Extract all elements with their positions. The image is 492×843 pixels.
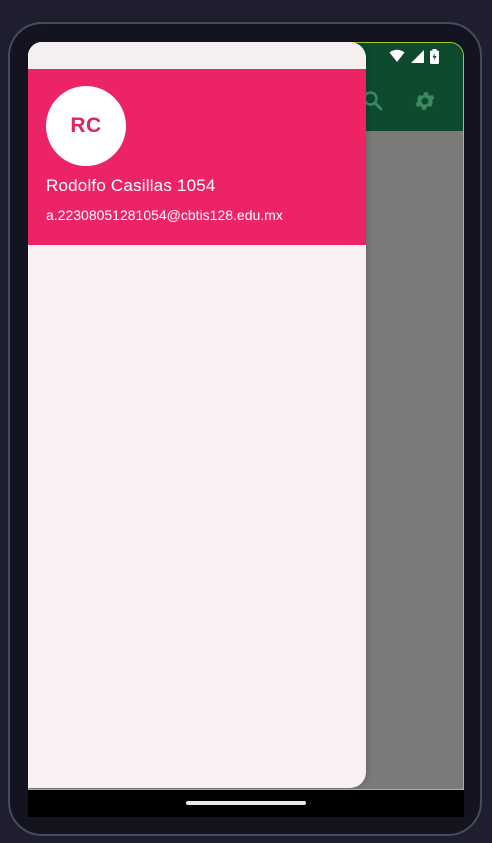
- navigation-drawer: RC Rodolfo Casillas 1054 a.2230805128105…: [28, 42, 366, 788]
- wifi-icon: [389, 49, 405, 62]
- battery-icon: [430, 48, 439, 64]
- avatar[interactable]: RC: [46, 86, 126, 166]
- gear-icon[interactable]: [413, 89, 437, 113]
- user-name: Rodolfo Casillas 1054: [46, 176, 216, 195]
- home-indicator[interactable]: [186, 801, 306, 805]
- avatar-initials: RC: [70, 114, 102, 137]
- signal-icon: [411, 49, 424, 63]
- status-icons: [389, 47, 439, 65]
- user-email: a.22308051281054@cbtis128.edu.mx: [46, 207, 283, 223]
- system-navigation-bar: [28, 790, 464, 817]
- drawer-status-bar: [28, 42, 366, 69]
- drawer-header: RC Rodolfo Casillas 1054 a.2230805128105…: [28, 69, 366, 245]
